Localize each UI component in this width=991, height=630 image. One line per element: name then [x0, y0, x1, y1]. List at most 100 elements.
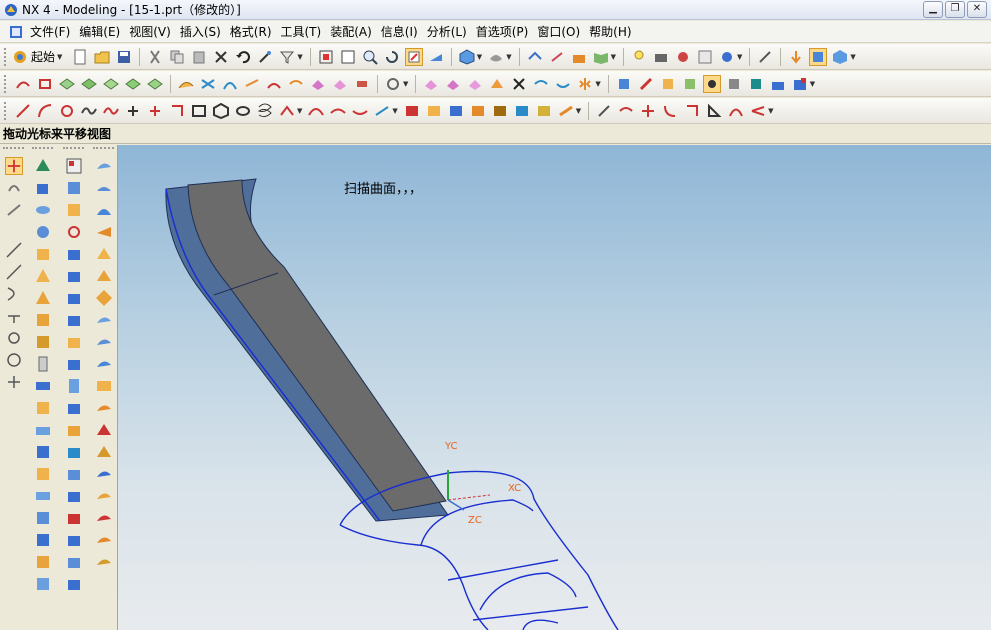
- surface-section-icon[interactable]: [95, 245, 113, 263]
- surface-nsided-icon[interactable]: [95, 289, 113, 307]
- chevron-down-icon[interactable]: ▼: [576, 107, 581, 115]
- pad-icon[interactable]: [34, 399, 52, 417]
- datum-plane-icon[interactable]: [102, 75, 120, 93]
- assembly-icon[interactable]: [769, 75, 787, 93]
- sphere-icon[interactable]: [34, 223, 52, 241]
- simplify-curve-icon[interactable]: [469, 102, 487, 120]
- chevron-down-icon[interactable]: ▼: [297, 53, 302, 61]
- thread-icon[interactable]: [34, 465, 52, 483]
- stretch-curve-icon[interactable]: [727, 102, 745, 120]
- sketch-curve-icon[interactable]: [14, 75, 32, 93]
- surface-mesh-icon[interactable]: [95, 201, 113, 219]
- trim-icon[interactable]: [309, 75, 327, 93]
- chevron-down-icon[interactable]: ▼: [611, 53, 616, 61]
- ellipse-icon[interactable]: [234, 102, 252, 120]
- copy-icon[interactable]: [168, 48, 186, 66]
- move-face-icon[interactable]: [65, 487, 83, 505]
- menu-window[interactable]: 窗口(O): [537, 23, 589, 40]
- edit-fillet-icon[interactable]: [683, 102, 701, 120]
- unite-icon[interactable]: [65, 179, 83, 197]
- helix-icon[interactable]: [256, 102, 274, 120]
- plane-offset-icon[interactable]: [80, 75, 98, 93]
- sew-body-icon[interactable]: [34, 575, 52, 593]
- shell-body-icon[interactable]: [34, 509, 52, 527]
- text-curve-icon[interactable]: [491, 102, 509, 120]
- blend-icon[interactable]: [422, 75, 440, 93]
- point-set-icon[interactable]: [124, 102, 142, 120]
- surface-transition-icon[interactable]: [95, 311, 113, 329]
- edit-parameters-icon[interactable]: [637, 75, 655, 93]
- cylinder-icon[interactable]: [34, 355, 52, 373]
- menu-assembly[interactable]: 装配(A): [330, 23, 381, 40]
- section-curve-icon[interactable]: [373, 102, 391, 120]
- mesh-surface-icon[interactable]: [199, 75, 217, 93]
- curve-edit-icon[interactable]: [535, 102, 553, 120]
- surface-extension-icon[interactable]: [95, 355, 113, 373]
- patch-icon[interactable]: [65, 509, 83, 527]
- show-icon[interactable]: [747, 75, 765, 93]
- menu-format[interactable]: 格式(R): [230, 23, 281, 40]
- offset-surface-icon[interactable]: [287, 75, 305, 93]
- divide-curve-icon[interactable]: [639, 102, 657, 120]
- surface-trim-icon[interactable]: [95, 465, 113, 483]
- mirror-icon[interactable]: [576, 75, 594, 93]
- curve-point-icon[interactable]: [510, 75, 528, 93]
- arc-tool-icon[interactable]: [5, 285, 23, 303]
- spline-icon[interactable]: [532, 75, 550, 93]
- circle-icon[interactable]: [58, 102, 76, 120]
- arc-icon[interactable]: [36, 102, 54, 120]
- chevron-down-icon[interactable]: ▼: [768, 107, 773, 115]
- menu-help[interactable]: 帮助(H): [589, 23, 640, 40]
- menu-tools[interactable]: 工具(T): [281, 23, 331, 40]
- edit-spline-icon[interactable]: [617, 102, 635, 120]
- chevron-down-icon[interactable]: ▼: [595, 80, 600, 88]
- paste-icon[interactable]: [190, 48, 208, 66]
- surface-icon[interactable]: [177, 75, 195, 93]
- line-icon[interactable]: [14, 102, 32, 120]
- transform-object-icon[interactable]: [5, 201, 23, 219]
- offset-face-icon[interactable]: [65, 333, 83, 351]
- thicken-body-icon[interactable]: [65, 399, 83, 417]
- surface-law-icon[interactable]: [95, 377, 113, 395]
- reorder-icon[interactable]: [659, 75, 677, 93]
- surface-quilt-icon[interactable]: [95, 421, 113, 439]
- join-curve-icon[interactable]: [447, 102, 465, 120]
- toolbar-grip[interactable]: [32, 147, 53, 153]
- body-icon[interactable]: [65, 575, 83, 593]
- document-icon[interactable]: [8, 24, 24, 40]
- bridge-icon[interactable]: [265, 75, 283, 93]
- component-icon[interactable]: [791, 75, 809, 93]
- edge-blend-icon[interactable]: [65, 245, 83, 263]
- chevron-down-icon[interactable]: ▼: [850, 53, 855, 61]
- zoom-icon[interactable]: [339, 48, 357, 66]
- new-file-icon[interactable]: [71, 48, 89, 66]
- surface-swept-icon[interactable]: [95, 223, 113, 241]
- extrude-icon[interactable]: [34, 179, 52, 197]
- menu-edit[interactable]: 编辑(E): [79, 23, 129, 40]
- simplify-body-icon[interactable]: [65, 553, 83, 571]
- rotate-object-icon[interactable]: [5, 179, 23, 197]
- promote-body-icon[interactable]: [65, 443, 83, 461]
- chamfer-body-icon[interactable]: [65, 267, 83, 285]
- crosshair-icon[interactable]: [5, 373, 23, 391]
- chevron-down-icon[interactable]: ▼: [297, 107, 302, 115]
- surface-global-shape-icon[interactable]: [95, 443, 113, 461]
- wcs-icon[interactable]: [756, 48, 774, 66]
- mirror-body-icon[interactable]: [34, 553, 52, 571]
- rotate-icon[interactable]: [383, 48, 401, 66]
- extension-icon[interactable]: [243, 75, 261, 93]
- subtract-icon[interactable]: [65, 201, 83, 219]
- perspective-icon[interactable]: [427, 48, 445, 66]
- open-folder-icon[interactable]: [93, 48, 111, 66]
- minimize-button[interactable]: ▁: [923, 1, 943, 18]
- save-icon[interactable]: [115, 48, 133, 66]
- cut-icon[interactable]: [146, 48, 164, 66]
- point-tool-icon[interactable]: [5, 307, 23, 325]
- hole-icon[interactable]: [34, 311, 52, 329]
- curve-length-icon[interactable]: [705, 102, 723, 120]
- chevron-down-icon[interactable]: ▼: [810, 80, 815, 88]
- fillet-icon[interactable]: [168, 102, 186, 120]
- palette-icon[interactable]: [696, 48, 714, 66]
- delete-icon[interactable]: [212, 48, 230, 66]
- fit-view-icon[interactable]: [317, 48, 335, 66]
